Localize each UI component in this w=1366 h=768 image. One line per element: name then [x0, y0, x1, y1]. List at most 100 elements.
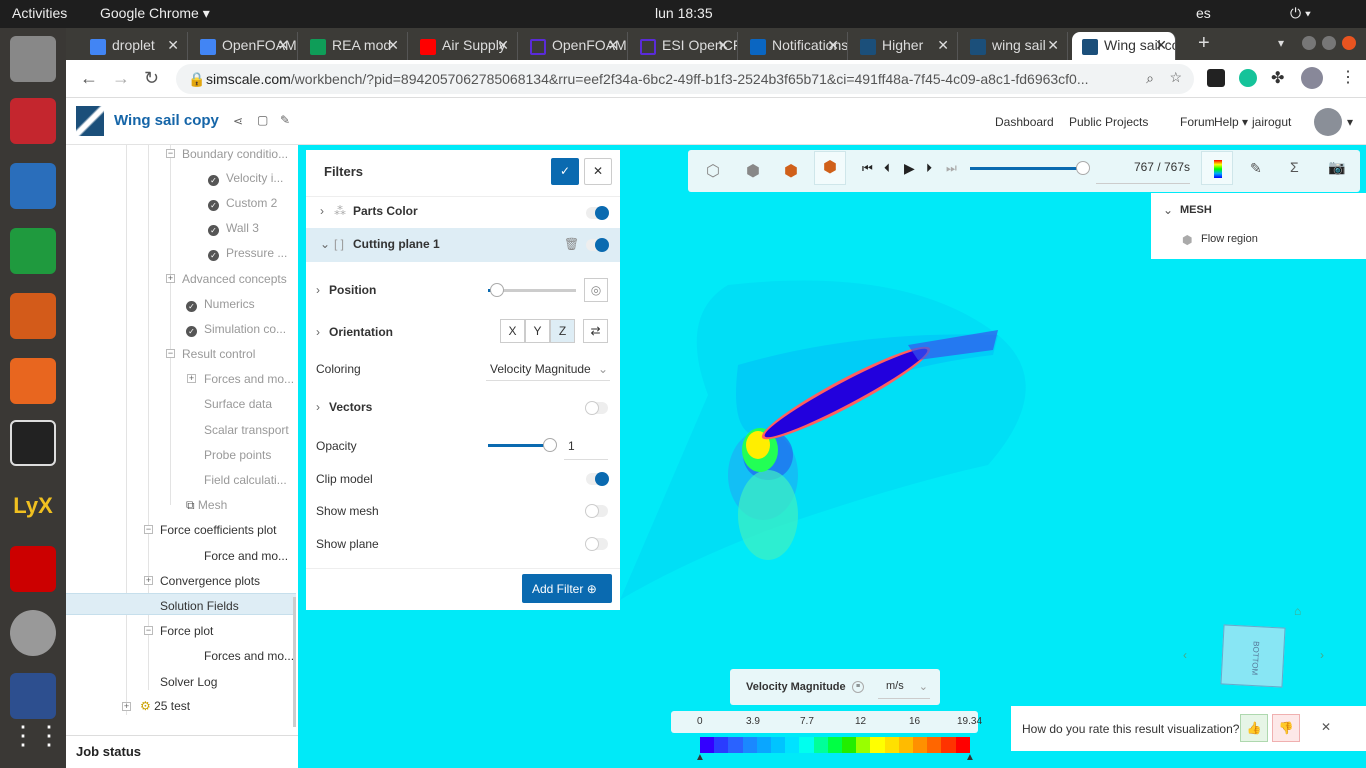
time-slider[interactable]: [970, 161, 1090, 175]
minimize-button[interactable]: [1302, 36, 1316, 50]
close-button[interactable]: ✕: [584, 158, 612, 185]
software-center-icon[interactable]: [10, 358, 56, 404]
close-tab-icon[interactable]: ✕: [277, 37, 289, 54]
language-indicator[interactable]: es: [1196, 5, 1211, 21]
mendeley-icon[interactable]: [10, 98, 56, 144]
expand-icon[interactable]: +: [166, 274, 175, 283]
impress-icon[interactable]: [10, 293, 56, 339]
probe-pen-icon[interactable]: ✎: [1250, 160, 1262, 177]
project-title[interactable]: Wing sail copy: [114, 112, 219, 129]
tree-item-forces[interactable]: Forces and mo...: [204, 372, 294, 386]
profile-avatar[interactable]: [1301, 67, 1323, 89]
tree-item-advanced-concepts[interactable]: Advanced concepts: [182, 272, 287, 286]
lyx-icon[interactable]: LyX: [10, 483, 56, 529]
target-icon[interactable]: ◎: [584, 278, 608, 302]
vectors-toggle[interactable]: [585, 401, 608, 415]
active-app-menu[interactable]: Google Chrome ▾: [100, 5, 210, 22]
chevron-right-icon[interactable]: ›: [316, 400, 320, 414]
thumbs-up-button[interactable]: 👍: [1240, 714, 1268, 742]
close-tab-icon[interactable]: ✕: [1047, 37, 1059, 54]
chevron-right-icon[interactable]: ›: [316, 283, 320, 297]
tree-item-run[interactable]: ⚙ 25 test: [140, 699, 190, 713]
show-mesh-toggle[interactable]: [585, 504, 608, 518]
close-icon[interactable]: ✕: [1321, 720, 1331, 734]
tree-item-bc[interactable]: ✓ Custom 2: [208, 196, 277, 211]
extension-icon[interactable]: [1207, 69, 1225, 87]
menu-kebab-icon[interactable]: ⋮: [1340, 67, 1356, 87]
chevron-right-icon[interactable]: ›: [316, 325, 320, 339]
add-filter-button[interactable]: Add Filter ⊕: [522, 574, 612, 603]
show-plane-toggle[interactable]: [585, 537, 608, 551]
min-marker-icon[interactable]: ▲: [695, 752, 705, 763]
acrobat-icon[interactable]: [10, 546, 56, 592]
job-status-panel[interactable]: Job status: [66, 735, 298, 768]
forward-icon[interactable]: →: [112, 68, 130, 89]
close-tab-icon[interactable]: ✕: [607, 37, 619, 54]
coloring-select[interactable]: Velocity Magnitude ⌄: [486, 355, 610, 381]
tree-item-numerics[interactable]: ✓ Numerics: [186, 297, 255, 312]
clock[interactable]: lun 18:35: [655, 5, 713, 21]
user-avatar[interactable]: [1314, 108, 1342, 136]
power-icon[interactable]: ⏻ ▾: [1290, 5, 1311, 22]
tree-item-solver-log[interactable]: Solver Log: [160, 675, 217, 689]
nav-dashboard[interactable]: Dashboard: [995, 115, 1054, 129]
surface-edges-view-icon[interactable]: ⬢: [814, 151, 846, 185]
copy-icon[interactable]: ▢: [257, 113, 268, 127]
rotate-left-icon[interactable]: ‹: [1183, 648, 1187, 662]
writer-icon[interactable]: [10, 163, 56, 209]
browser-tab[interactable]: OpenFOAM ✕: [520, 32, 628, 60]
orientation-cube[interactable]: BOTTOM: [1220, 624, 1286, 688]
tree-item-bc[interactable]: ✓ Velocity i...: [208, 171, 283, 186]
chevron-down-icon[interactable]: ⌄: [320, 237, 330, 251]
scrollbar[interactable]: [293, 597, 296, 727]
axis-x-button[interactable]: X: [500, 319, 525, 343]
browser-tab[interactable]: REA mod ✕: [300, 32, 408, 60]
browser-tab-active[interactable]: Wing sail copy✕: [1072, 32, 1176, 60]
play-icon[interactable]: ▶: [904, 160, 915, 177]
browser-tab[interactable]: droplet ✕: [80, 32, 188, 60]
calc-icon[interactable]: [10, 228, 56, 274]
clip-model-toggle[interactable]: [586, 472, 609, 486]
trash-icon[interactable]: 🗑: [564, 237, 579, 251]
unit-select[interactable]: m/s ⌄: [878, 675, 930, 699]
filter-cutting-plane[interactable]: ⌄ [ ] Cutting plane 1 🗑: [306, 228, 620, 262]
extensions-puzzle-icon[interactable]: ✤: [1271, 68, 1284, 88]
close-tab-icon[interactable]: ✕: [827, 37, 839, 54]
tree-item-forces-and-moments[interactable]: Forces and mo...: [204, 649, 294, 663]
legend-toggle-button[interactable]: [1201, 151, 1233, 185]
tree-item-probe-points[interactable]: Probe points: [204, 448, 271, 462]
maximize-button[interactable]: [1322, 36, 1336, 50]
rotate-right-icon[interactable]: ›: [1320, 648, 1324, 662]
expand-icon[interactable]: +: [187, 374, 196, 383]
app-icon[interactable]: [10, 420, 56, 466]
app-icon[interactable]: [10, 673, 56, 719]
zoom-icon[interactable]: ⌕: [1146, 70, 1154, 87]
browser-tab[interactable]: Higher ✕: [850, 32, 958, 60]
tree-item-solution-fields[interactable]: Solution Fields: [160, 599, 239, 613]
collapse-icon[interactable]: −: [166, 349, 175, 358]
axis-z-button[interactable]: Z: [550, 319, 575, 343]
close-window-button[interactable]: [1342, 36, 1356, 50]
filter-parts-color[interactable]: › ⁂ Parts Color: [306, 196, 620, 226]
time-readout[interactable]: 767 / 767s: [1096, 160, 1190, 184]
wireframe-view-icon[interactable]: ⬡: [706, 161, 720, 181]
slider-handle[interactable]: [543, 438, 557, 452]
chevron-right-icon[interactable]: ›: [320, 204, 324, 218]
browser-tab[interactable]: Notifications ✕: [740, 32, 848, 60]
new-tab-button[interactable]: +: [1198, 32, 1210, 55]
position-slider[interactable]: [488, 283, 576, 297]
flow-region-item[interactable]: Flow region: [1201, 233, 1258, 245]
confirm-button[interactable]: ✓: [551, 158, 579, 185]
collapse-icon[interactable]: −: [144, 525, 153, 534]
grammarly-icon[interactable]: [1239, 69, 1257, 87]
parts-color-toggle[interactable]: [586, 206, 609, 220]
nav-help[interactable]: Help ▾: [1214, 115, 1248, 129]
share-icon[interactable]: ⋖: [233, 114, 243, 128]
nav-forum[interactable]: Forum: [1180, 115, 1215, 129]
thumbs-down-button[interactable]: 👎: [1272, 714, 1300, 742]
close-tab-icon[interactable]: ✕: [717, 37, 729, 54]
reload-icon[interactable]: ↻: [144, 68, 159, 89]
activities-button[interactable]: Activities: [12, 5, 67, 21]
username[interactable]: jairogut: [1252, 115, 1291, 129]
expand-icon[interactable]: +: [122, 702, 131, 711]
